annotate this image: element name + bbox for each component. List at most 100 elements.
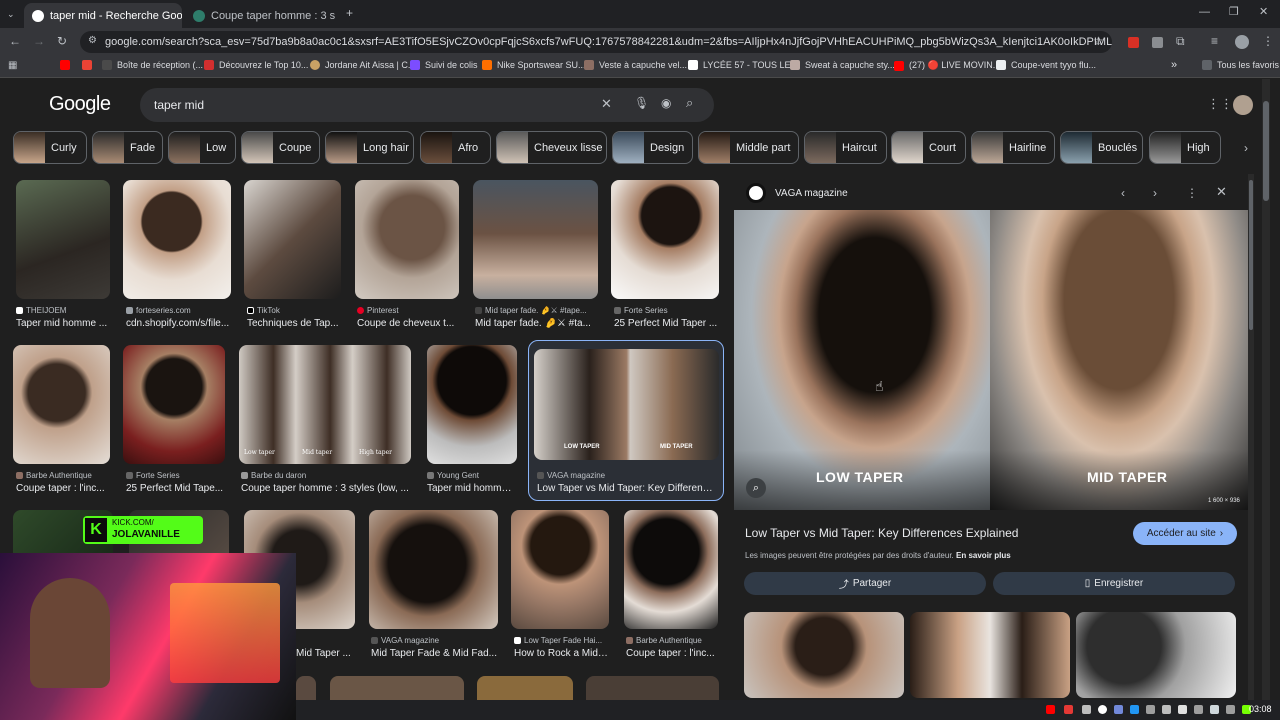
close-panel-icon[interactable]: ✕	[1216, 185, 1227, 199]
result-title[interactable]: 25 Perfect Mid Tape...	[126, 483, 226, 494]
tray-icon[interactable]	[1098, 705, 1107, 714]
result-image-6[interactable]	[611, 180, 719, 299]
bookmark-item[interactable]: LYCÉE 57 - TOUS LE...	[688, 60, 798, 70]
result-title[interactable]: Mid Taper ...	[296, 648, 354, 659]
tab-list-icon[interactable]: ⌄	[7, 7, 15, 21]
result-title[interactable]: Taper mid homme ...	[16, 318, 110, 329]
new-tab-icon[interactable]: +	[346, 6, 353, 20]
close-window-icon[interactable]: ✕	[1259, 5, 1268, 19]
tray-icon[interactable]	[1178, 705, 1187, 714]
result-image-2[interactable]	[123, 180, 231, 299]
chip-court[interactable]: Court	[891, 131, 966, 164]
restore-icon[interactable]: ❐	[1229, 5, 1239, 19]
chip-high[interactable]: High	[1149, 131, 1221, 164]
all-bookmarks[interactable]: Tous les favoris	[1202, 60, 1279, 70]
chip-design[interactable]: Design	[612, 131, 693, 164]
chip-fade[interactable]: Fade	[92, 131, 163, 164]
bookmark-item[interactable]: (27) 🔴 LIVE MOVIN...	[894, 60, 1000, 71]
address-bar[interactable]: ⚙ google.com/search?sca_esv=75d7ba9b8a0a…	[80, 31, 1112, 53]
site-info-icon[interactable]: ⚙	[88, 35, 97, 46]
chip-long-hair[interactable]: Long hair	[325, 131, 414, 164]
chip-middle-part[interactable]: Middle part	[698, 131, 799, 164]
result-title[interactable]: Low Taper vs Mid Taper: Key Difference..…	[537, 483, 717, 494]
browser-menu-icon[interactable]: ⋮	[1262, 34, 1274, 48]
chips-next-icon[interactable]: ›	[1244, 141, 1248, 155]
result-title[interactable]: Coupe taper : l'inc...	[16, 483, 110, 494]
bookmark-item[interactable]: Coupe-vent tyyo flu...	[996, 60, 1096, 70]
reload-icon[interactable]: ↻	[57, 34, 67, 48]
clock[interactable]: 03:08	[1249, 704, 1272, 714]
related-image-2[interactable]	[910, 612, 1070, 698]
previous-icon[interactable]: ‹	[1121, 186, 1125, 200]
search-icon[interactable]: ⌕	[686, 95, 693, 111]
tray-icon[interactable]	[1210, 705, 1219, 714]
save-button[interactable]: ▯ Enregistrer	[993, 572, 1235, 595]
forward-icon[interactable]: →	[33, 34, 45, 48]
page-scrollbar[interactable]	[1262, 79, 1270, 720]
tab-google-search[interactable]: taper mid - Recherche Google ✕	[24, 3, 182, 28]
lens-search-icon[interactable]: ⌕	[746, 478, 766, 498]
chip-coupe[interactable]: Coupe	[241, 131, 320, 164]
result-image-17[interactable]	[624, 510, 718, 629]
tray-icon[interactable]	[1162, 705, 1171, 714]
lens-camera-icon[interactable]: ◉	[661, 96, 671, 110]
bookmark-star-icon[interactable]: ☆	[1093, 34, 1104, 48]
result-title[interactable]: cdn.shopify.com/s/file...	[126, 318, 230, 329]
bookmark-item[interactable]: Veste à capuche vel...	[584, 60, 687, 70]
bookmark-item[interactable]: Sweat à capuche sty...	[790, 60, 895, 70]
bookmark-item[interactable]: Boîte de réception (...	[102, 60, 203, 70]
bookmark-youtube[interactable]	[60, 60, 75, 70]
related-image-3[interactable]	[1076, 612, 1236, 698]
result-image-8[interactable]	[123, 345, 225, 464]
panel-scrollbar-thumb[interactable]	[1249, 180, 1253, 330]
share-button[interactable]: ⤴ Partager	[744, 572, 986, 595]
extensions-puzzle-icon[interactable]: ⧉	[1176, 34, 1185, 48]
result-image-1[interactable]	[16, 180, 110, 299]
chip-haircut[interactable]: Haircut	[804, 131, 887, 164]
extension-red-icon[interactable]	[1128, 37, 1139, 48]
tray-icon[interactable]	[1226, 705, 1235, 714]
scrollbar-thumb[interactable]	[1263, 101, 1269, 201]
preview-image[interactable]: LOW TAPER MID TAPER ⌕ 1 600 × 936 ☝	[734, 210, 1248, 510]
next-icon[interactable]: ›	[1153, 186, 1157, 200]
chip-hairline[interactable]: Hairline	[971, 131, 1055, 164]
panel-scrollbar[interactable]	[1248, 174, 1254, 700]
result-title[interactable]: 25 Perfect Mid Taper ...	[614, 318, 719, 329]
related-image-1[interactable]	[744, 612, 904, 698]
bookmark-item[interactable]: Suivi de colis	[410, 60, 478, 70]
learn-more-link[interactable]: En savoir plus	[956, 551, 1011, 560]
bluetooth-icon[interactable]	[1130, 705, 1139, 714]
microphone-icon[interactable]: 🎙	[634, 96, 649, 110]
result-image-5[interactable]	[473, 180, 598, 299]
minimize-icon[interactable]: —	[1199, 5, 1210, 19]
tray-icon[interactable]	[1114, 705, 1123, 714]
result-image-3[interactable]	[244, 180, 341, 299]
tray-icon[interactable]	[1064, 705, 1073, 714]
result-image-7[interactable]	[13, 345, 110, 464]
tray-icon[interactable]	[1046, 705, 1055, 714]
google-apps-icon[interactable]: ⋮⋮	[1207, 97, 1233, 111]
google-logo[interactable]: Google	[49, 93, 111, 116]
result-image-16[interactable]	[511, 510, 609, 629]
bookmark-gmail[interactable]	[82, 60, 97, 70]
result-title[interactable]: Coupe de cheveux t...	[357, 318, 459, 329]
tray-icon[interactable]	[1146, 705, 1155, 714]
panel-source-name[interactable]: VAGA magazine	[775, 188, 848, 199]
result-title[interactable]: Coupe taper homme : 3 styles (low, ...	[241, 483, 411, 494]
extension-gray-icon[interactable]	[1152, 37, 1163, 48]
result-image-11[interactable]: LOW TAPER MID TAPER	[534, 349, 719, 460]
apps-grid-icon[interactable]: ▦	[8, 59, 17, 73]
chip-curly[interactable]: Curly	[13, 131, 87, 164]
result-title[interactable]: Taper mid homme ...	[427, 483, 517, 494]
bookmark-item[interactable]: Nike Sportswear SU...	[482, 60, 586, 70]
panel-title[interactable]: Low Taper vs Mid Taper: Key Differences …	[745, 526, 1115, 540]
chip-afro[interactable]: Afro	[420, 131, 491, 164]
account-avatar[interactable]	[1233, 95, 1253, 115]
result-title[interactable]: Coupe taper : l'inc...	[626, 648, 718, 659]
tray-icon[interactable]	[1082, 705, 1091, 714]
tab-coupe-taper[interactable]: Coupe taper homme : 3 styles (l ✕	[185, 3, 335, 28]
more-options-icon[interactable]: ⋮	[1186, 186, 1198, 200]
result-title[interactable]: Techniques de Tap...	[247, 318, 341, 329]
bookmark-item[interactable]: Jordane Ait Aissa | C...	[310, 60, 415, 70]
more-bookmarks-icon[interactable]: »	[1171, 59, 1177, 71]
